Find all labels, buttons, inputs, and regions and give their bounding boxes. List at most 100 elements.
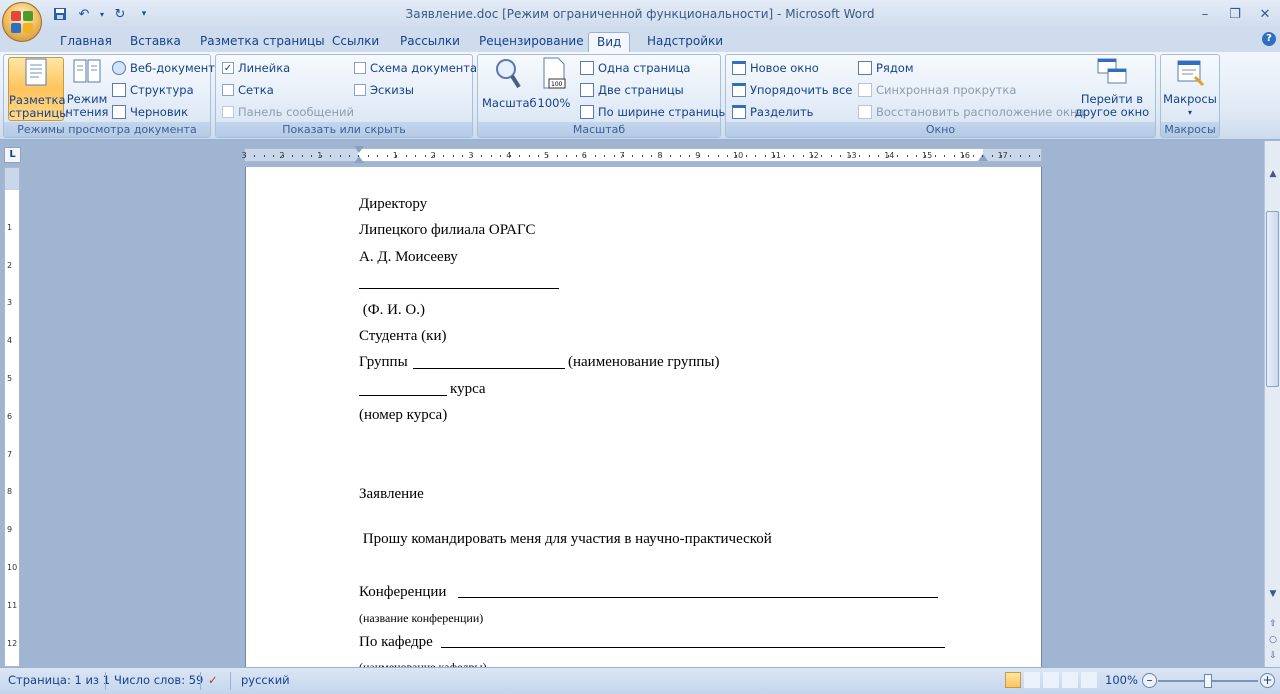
office-button[interactable] [2,2,42,42]
draft-view-icon[interactable] [1081,672,1097,688]
ruler-tick-mark [481,155,483,157]
zoom-out-icon[interactable]: – [1142,673,1157,688]
outline-button[interactable]: Структура [112,81,194,99]
close-button[interactable]: ✕ [1250,4,1280,24]
web-layout-button[interactable]: Веб-документ [112,59,215,77]
language-indicator[interactable]: русский [241,673,290,687]
new-window-button[interactable]: Новое окно [732,59,819,77]
ruler-tick-mark [386,155,388,157]
scroll-thumb[interactable] [1266,211,1279,387]
restore-button[interactable]: ❐ [1220,4,1250,24]
two-pages-button[interactable]: Две страницы [580,81,684,99]
switch-windows-icon [1097,58,1127,84]
ruler-tick-mark [802,155,804,157]
left-indent-marker[interactable] [354,156,364,163]
ruler-tick-label: 10 [733,151,744,160]
vertical-scrollbar[interactable]: ▲ ▼ ⇧ ○ ⇩ [1264,141,1280,667]
tab-home[interactable]: Главная [52,32,120,52]
first-line-indent-marker[interactable] [354,146,364,153]
ruler-tick-mark [556,155,558,157]
ruler-tick-mark [764,155,766,157]
full-screen-reading-button[interactable]: Режим чтения [66,57,108,121]
reset-position-icon [858,105,872,119]
doc-line: (Ф. И. О.) [359,302,426,318]
doc-line: А. Д. Моисееву [359,249,458,265]
document-page[interactable]: Директору Липецкого филиала ОРАГС А. Д. … [245,167,1042,667]
ruler-tick-mark [783,155,785,157]
ruler-tick-mark [547,155,549,157]
doc-line: курса [450,381,486,397]
vruler-tick-label: 7 [7,449,13,459]
vruler-tick-label: 12 [7,638,18,648]
tab-selector-button[interactable]: L [4,147,21,163]
tab-view[interactable]: Вид [588,32,631,52]
reset-window-position-button: Восстановить расположение окна [858,103,1085,121]
document-area: Директору Липецкого филиала ОРАГС А. Д. … [24,167,1264,667]
ruler-tick-mark [887,155,889,157]
thumbnails-checkbox[interactable]: Эскизы [354,81,414,99]
one-page-button[interactable]: Одна страница [580,59,690,77]
fio-underline [359,288,559,289]
split-button[interactable]: Разделить [732,103,813,121]
conference-underline [458,597,938,598]
ruler-tick-mark [679,155,681,157]
spelling-check-icon[interactable]: ✓ [208,673,218,687]
minimize-button[interactable]: – [1190,4,1220,24]
macros-button[interactable]: Макросы ▾ [1163,57,1217,121]
gridlines-checkbox[interactable]: Сетка [222,81,274,99]
tab-mailings[interactable]: Рассылки [392,32,468,52]
tab-insert[interactable]: Вставка [122,32,189,52]
scroll-up-icon[interactable]: ▲ [1266,167,1280,181]
print-layout-icon [25,58,47,86]
draft-button[interactable]: Черновик [112,103,188,121]
tab-addins[interactable]: Надстройки [639,32,731,52]
ruler-tick-mark [868,155,870,157]
scroll-down-icon[interactable]: ▼ [1266,587,1280,601]
group-underline [413,368,565,369]
arrange-all-button[interactable]: Упорядочить все [732,81,852,99]
title-bar: ↶ ▾ ↻ ▾ Заявление.doc [Режим ограниченно… [0,0,1280,28]
doc-line: Студента (ки) [359,328,447,344]
ruler-tick-mark [906,155,908,157]
browse-object-icon[interactable]: ○ [1266,633,1280,647]
ruler-checkbox[interactable]: ✓ Линейка [222,59,290,77]
tab-page-layout[interactable]: Разметка страницы [192,32,333,52]
word-count[interactable]: Число слов: 59 [114,673,203,687]
page-count[interactable]: Страница: 1 из 1 [8,673,110,687]
vruler-tick-label: 9 [7,525,13,535]
reading-view-icon[interactable] [1024,672,1040,688]
outline-view-icon[interactable] [1062,672,1078,688]
ruler-tick-mark [462,155,464,157]
ruler-tick-mark [367,155,369,157]
page-width-button[interactable]: По ширине страницы [580,103,728,121]
group-window: Новое окно Упорядочить все Разделить Ряд… [725,54,1156,138]
zoom-100-button[interactable]: 100 100% [536,57,572,121]
tab-review[interactable]: Рецензирование [471,32,592,52]
previous-page-icon[interactable]: ⇧ [1266,617,1280,631]
ruler-tick-label: 14 [884,151,895,160]
switch-windows-button[interactable]: Перейти в другое окно ▾ [1072,57,1152,131]
tab-references[interactable]: Ссылки [324,32,387,52]
print-layout-view-icon[interactable] [1005,672,1021,688]
group-label-window: Окно [726,122,1155,137]
document-map-checkbox[interactable]: Схема документа [354,59,477,77]
horizontal-ruler[interactable]: 3211234567891011121314151617 [242,146,1042,163]
print-layout-button[interactable]: Разметка страницы [8,57,68,121]
ruler-tick-mark [717,155,719,157]
ruler-tick-mark [726,155,728,157]
help-icon[interactable]: ? [1262,32,1276,46]
ruler-tick-mark [348,155,350,157]
zoom-button[interactable]: Масштаб [482,57,537,121]
zoom-in-icon[interactable]: + [1260,673,1275,688]
ruler-tick-mark [339,155,341,157]
zoom-slider-thumb[interactable] [1204,674,1212,688]
zoom-level[interactable]: 100% [1105,673,1138,687]
side-by-side-button[interactable]: Рядом [858,59,914,77]
status-bar: Страница: 1 из 1 Число слов: 59 ✓ русски… [0,667,1280,694]
web-view-icon[interactable] [1043,672,1059,688]
next-page-icon[interactable]: ⇩ [1266,649,1280,663]
ruler-tick-mark [311,155,313,157]
vertical-ruler[interactable]: 1 2 3 4 5 6 7 8 9 10 11 12 [4,167,20,667]
ribbon: Разметка страницы Режим чтения Веб-докум… [0,52,1280,140]
ruler-tick-mark [944,155,946,157]
